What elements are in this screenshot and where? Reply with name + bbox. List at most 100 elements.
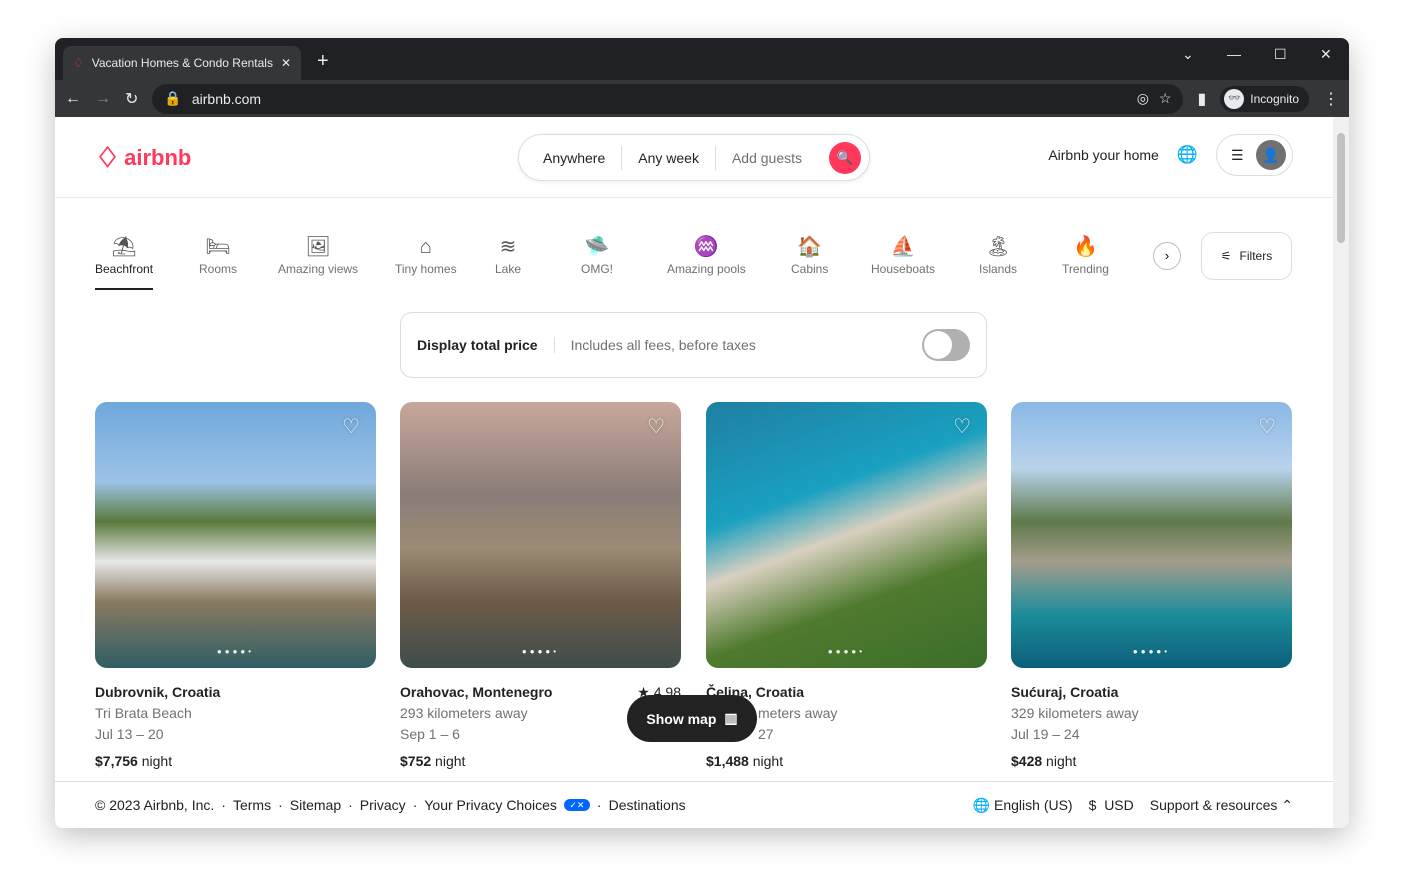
category-trending[interactable]: 🔥 Trending bbox=[1062, 232, 1109, 276]
listing-price: $752 night bbox=[400, 751, 681, 772]
address-bar[interactable]: 🔒 airbnb.com ◎ ☆ bbox=[152, 83, 1184, 114]
footer-link-terms[interactable]: Terms bbox=[233, 797, 271, 813]
reload-icon[interactable]: ↻ bbox=[125, 89, 138, 109]
search-any-week[interactable]: Any week bbox=[622, 145, 716, 170]
filters-button[interactable]: ⚟ Filters bbox=[1201, 232, 1292, 280]
tab-bar: ♢ Vacation Homes & Condo Rentals - Airbn… bbox=[55, 38, 1349, 80]
category-label: Trending bbox=[1062, 262, 1109, 276]
search-anywhere[interactable]: Anywhere bbox=[519, 145, 623, 170]
support-resources-button[interactable]: Support & resources ⌃ bbox=[1150, 797, 1293, 814]
display-total-price-toggle-row: Display total price Includes all fees, b… bbox=[400, 312, 987, 378]
eye-off-icon[interactable]: ◎ bbox=[1137, 90, 1149, 107]
lock-icon: 🔒 bbox=[164, 90, 182, 106]
currency-button[interactable]: $ USD bbox=[1089, 797, 1134, 813]
search-button[interactable]: 🔍 bbox=[829, 141, 861, 174]
url-text: airbnb.com bbox=[191, 90, 262, 107]
category-lake[interactable]: ≋ Lake bbox=[495, 232, 521, 276]
category-amazing-views[interactable]: 🖼 Amazing views bbox=[278, 232, 358, 276]
chevron-right-icon[interactable]: › bbox=[1153, 242, 1181, 270]
beach-icon: ⛱ bbox=[111, 236, 137, 258]
show-map-label: Show map bbox=[646, 710, 717, 727]
listing-card[interactable]: ♡ ●●●●• Sućuraj, Croatia 329 kilometers a… bbox=[1011, 402, 1292, 772]
category-islands[interactable]: 🏝 Islands bbox=[979, 232, 1017, 276]
heart-icon[interactable]: ♡ bbox=[342, 414, 360, 439]
listing-dates: Jul 19 – 24 bbox=[1011, 726, 1080, 742]
heart-icon[interactable]: ♡ bbox=[647, 414, 665, 439]
tab-search-icon[interactable]: ⌄ bbox=[1182, 46, 1194, 63]
avatar: 👤 bbox=[1256, 140, 1286, 170]
listing-price: $7,756 night bbox=[95, 751, 376, 772]
photo-dots: ●●●●• bbox=[216, 647, 255, 656]
side-panel-icon[interactable]: ▮ bbox=[1197, 89, 1206, 109]
language-button[interactable]: 🌐 English (US) bbox=[973, 797, 1073, 814]
category-label: Amazing pools bbox=[667, 262, 746, 276]
listing-photo[interactable]: ♡ ●●●●• bbox=[95, 402, 376, 668]
category-cabins[interactable]: 🏠 Cabins bbox=[791, 232, 828, 276]
price-unit: night bbox=[435, 753, 466, 769]
category-bar: › ⚟ Filters ⛱ Beachfront 🛏 Rooms 🖼 Amazing vie… bbox=[95, 232, 1293, 302]
footer: © 2023 Airbnb, Inc. · Terms · Sitemap · … bbox=[55, 781, 1333, 828]
footer-link-privacy[interactable]: Privacy bbox=[360, 797, 406, 813]
category-label: Cabins bbox=[791, 262, 829, 276]
new-tab-icon[interactable]: + bbox=[317, 50, 329, 73]
heart-icon[interactable]: ♡ bbox=[953, 414, 971, 439]
category-rooms[interactable]: 🛏 Rooms bbox=[199, 232, 237, 276]
scrollbar-thumb[interactable] bbox=[1337, 133, 1345, 243]
tab-title: Vacation Homes & Condo Rentals - Airbnb bbox=[91, 56, 273, 70]
currency-label: USD bbox=[1104, 797, 1134, 813]
category-label: Rooms bbox=[199, 262, 238, 276]
show-map-button[interactable]: Show map ▥ bbox=[627, 695, 757, 742]
category-omg-[interactable]: 🛸 OMG! bbox=[581, 232, 613, 276]
airbnb-logo[interactable]: ♢ airbnb bbox=[95, 141, 191, 174]
airbnb-your-home-link[interactable]: Airbnb your home bbox=[1048, 147, 1159, 163]
incognito-icon: 👓 bbox=[1224, 88, 1245, 109]
menu-dots-icon[interactable]: ⋮ bbox=[1323, 89, 1339, 109]
search-add-guests[interactable]: Add guests bbox=[716, 146, 818, 170]
total-price-toggle[interactable] bbox=[922, 329, 970, 361]
minimize-icon[interactable]: — bbox=[1227, 46, 1241, 62]
browser-toolbar: ← → ↻ 🔒 airbnb.com ◎ ☆ ▮ 👓 Incognito ⋮ bbox=[55, 80, 1349, 117]
incognito-badge[interactable]: 👓 Incognito bbox=[1220, 85, 1309, 112]
category-tiny-homes[interactable]: ⌂ Tiny homes bbox=[395, 232, 457, 276]
listing-price: $1,488 night bbox=[706, 751, 987, 772]
category-label: Houseboats bbox=[871, 262, 936, 276]
footer-link-privacy-choices[interactable]: Your Privacy Choices bbox=[424, 797, 557, 813]
category-beachfront[interactable]: ⛱ Beachfront bbox=[95, 232, 154, 290]
filters-label: Filters bbox=[1239, 249, 1273, 263]
globe-icon[interactable]: 🌐 bbox=[1177, 145, 1198, 165]
back-icon[interactable]: ← bbox=[65, 90, 81, 108]
price-amount: $752 bbox=[400, 753, 432, 769]
listing-photo[interactable]: ♡ ●●●●• bbox=[400, 402, 681, 668]
flame-icon: 🔥 bbox=[1073, 236, 1098, 258]
category-houseboats[interactable]: ⛵ Houseboats bbox=[871, 232, 935, 276]
airbnb-belo-icon: ♢ bbox=[95, 142, 121, 173]
footer-link-destinations[interactable]: Destinations bbox=[609, 797, 686, 813]
listing-photo[interactable]: ♡ ●●●●• bbox=[706, 402, 987, 668]
star-icon[interactable]: ☆ bbox=[1159, 90, 1172, 107]
category-amazing-pools[interactable]: ♒ Amazing pools bbox=[667, 232, 746, 276]
listing-card[interactable]: ♡ ●●●●• Dubrovnik, Croatia Tri Brata Beac… bbox=[95, 402, 376, 772]
currency-symbol: $ bbox=[1088, 797, 1097, 813]
price-toggle-sub: Includes all fees, before taxes bbox=[570, 337, 756, 353]
category-label: Islands bbox=[979, 262, 1018, 276]
photo-dots: ●●●●• bbox=[521, 647, 560, 656]
user-menu-button[interactable]: ☰ 👤 bbox=[1216, 134, 1293, 176]
heart-icon[interactable]: ♡ bbox=[1258, 414, 1276, 439]
close-window-icon[interactable]: ✕ bbox=[1320, 46, 1332, 63]
map-icon: ▥ bbox=[724, 710, 738, 726]
price-amount: $428 bbox=[1011, 753, 1043, 769]
listing-title: Dubrovnik, Croatia bbox=[95, 684, 221, 700]
listing-photo[interactable]: ♡ ●●●●• bbox=[1011, 402, 1292, 668]
close-tab-icon[interactable]: ✕ bbox=[281, 56, 291, 70]
footer-link-sitemap[interactable]: Sitemap bbox=[290, 797, 341, 813]
chevron-up-icon: ⌃ bbox=[1281, 796, 1293, 813]
logo-text: airbnb bbox=[124, 144, 192, 170]
price-toggle-label: Display total price bbox=[417, 337, 555, 353]
search-bar[interactable]: Anywhere Any week Add guests 🔍 bbox=[518, 134, 870, 181]
browser-tab[interactable]: ♢ Vacation Homes & Condo Rentals - Airbn… bbox=[63, 46, 301, 80]
cabin-icon: 🏠 bbox=[797, 236, 823, 258]
maximize-icon[interactable]: ☐ bbox=[1274, 46, 1287, 63]
scrollbar[interactable] bbox=[1333, 117, 1349, 828]
forward-icon[interactable]: → bbox=[95, 90, 111, 108]
airbnb-page: ♢ airbnb Anywhere Any week Add guests 🔍 A… bbox=[55, 117, 1333, 828]
